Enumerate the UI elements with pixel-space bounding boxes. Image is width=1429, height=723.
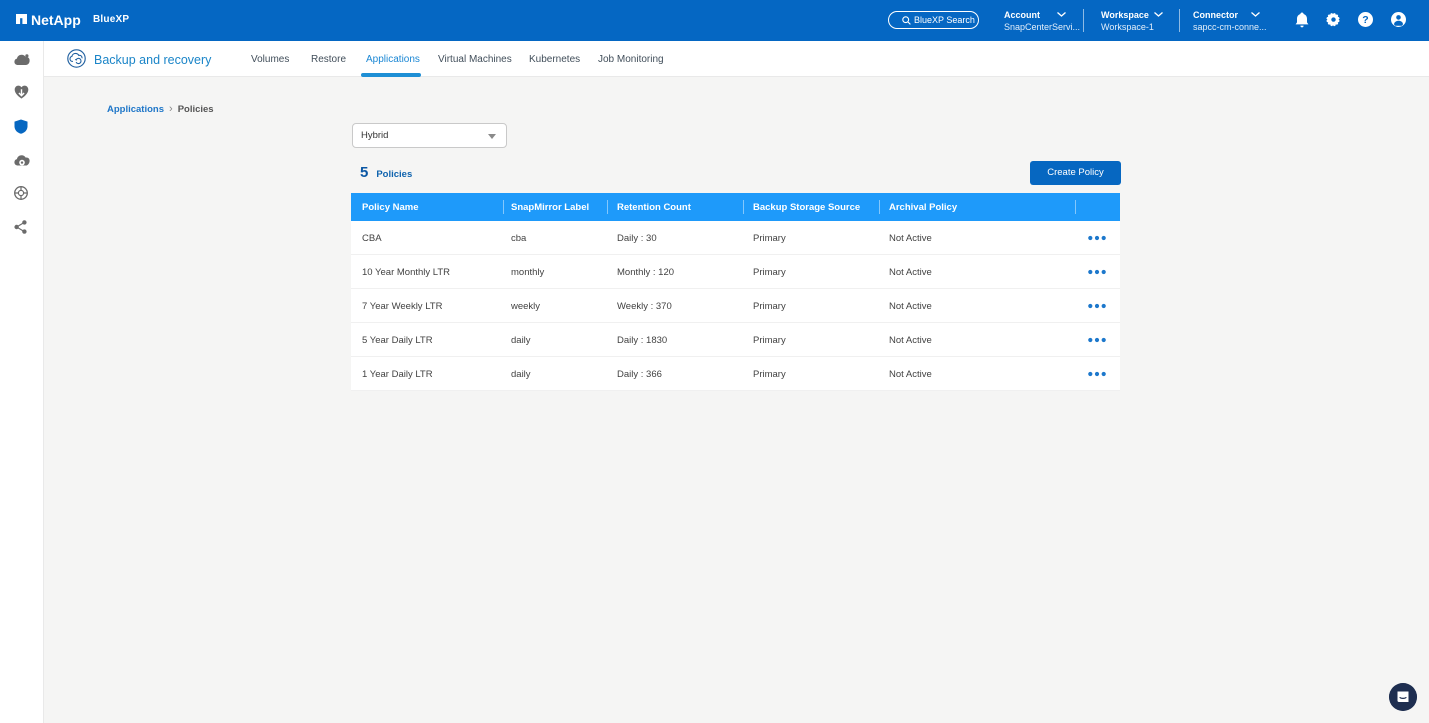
svg-text:?: ? (1362, 14, 1368, 26)
